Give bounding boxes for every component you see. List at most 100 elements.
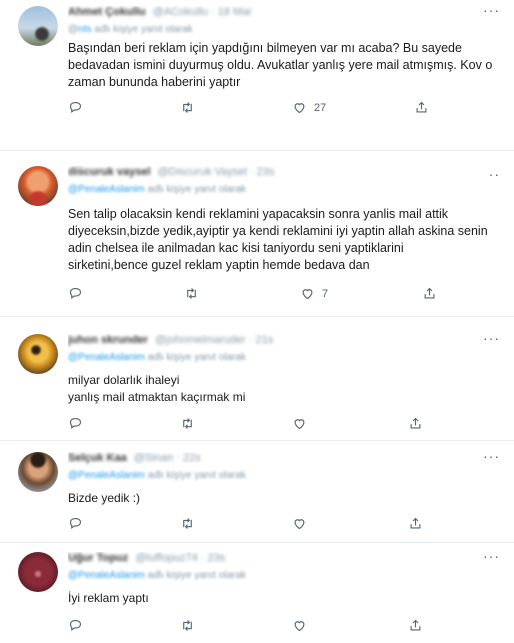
divider (0, 440, 514, 441)
avatar[interactable] (18, 552, 58, 592)
retweet-button[interactable] (180, 516, 195, 531)
reply-prefix: @ (68, 24, 79, 35)
reply-icon (69, 417, 82, 429)
more-options-icon[interactable]: ··· (483, 548, 500, 564)
like-button[interactable] (292, 416, 307, 431)
avatar[interactable] (18, 452, 58, 492)
tweet-header: juhon skrunder @johnmelmaruder · 21s (68, 334, 474, 350)
reply-button[interactable] (68, 516, 83, 531)
retweet-icon (187, 288, 196, 299)
share-icon (410, 517, 421, 529)
tweet-header: Ahmet Çokullu @ACokullu · 18 Mar (68, 6, 474, 22)
tweet-text-line: Bizde yedik :) (68, 491, 141, 505)
share-icon (410, 619, 421, 631)
like-count: 7 (322, 287, 329, 300)
heart-icon (294, 519, 305, 530)
divider (0, 316, 514, 317)
tweet-actions (68, 618, 448, 636)
like-button[interactable]: 7 (300, 286, 328, 301)
display-name[interactable]: Selçuk Kaa (68, 452, 127, 464)
user-handle[interactable]: @tuffopuz74 · 23s (135, 552, 225, 564)
share-button[interactable] (408, 516, 423, 531)
retweet-icon (183, 620, 192, 631)
reply-mention-link[interactable]: @PenaleAslanim (68, 352, 145, 363)
share-icon (424, 287, 435, 299)
user-handle[interactable]: @ACokullu · 18 Mar (153, 6, 252, 18)
reply-suffix: adlı kişiye yanıt olarak (144, 352, 247, 363)
reply-mention-link[interactable]: @PenaleAslanim (68, 184, 145, 195)
reply-button[interactable] (68, 286, 83, 301)
share-button[interactable] (414, 100, 429, 115)
reply-icon (69, 287, 82, 299)
reply-context: @PenaleAslanim adlı kişiye yanıt olarak (68, 352, 246, 363)
tweet[interactable]: dis̈curuk vaysel @Discuruk Vaysel · 23s … (0, 166, 514, 306)
tweet-text-line: Sen talip olacaksin kendi reklamini yapa… (68, 207, 449, 221)
reply-mention-link[interactable]: nts (78, 24, 91, 35)
heart-icon (294, 103, 305, 114)
tweet[interactable]: Selçuk Kaa @Sinan · 22s ··· @PenaleAslan… (0, 448, 514, 536)
share-button[interactable] (408, 618, 423, 633)
display-name[interactable]: juhon skrunder (68, 334, 148, 346)
reply-context: @nts adlı kişiye yanıt olarak (68, 24, 193, 35)
tweet-text: Bizde yedik :) (68, 490, 508, 507)
more-options-icon[interactable]: ··· (483, 330, 500, 346)
heart-icon (294, 419, 305, 430)
more-options-icon[interactable]: ··· (483, 2, 500, 18)
reply-button[interactable] (68, 618, 83, 633)
avatar[interactable] (18, 6, 58, 46)
tweet-text-line: sirketini,bence guzel reklam yaptin hemd… (68, 258, 370, 272)
like-button[interactable] (292, 516, 307, 531)
tweet-text-line: diyeceksin,bizde yedik,ayiptir ya kendi … (68, 224, 488, 238)
heart-icon (302, 289, 313, 300)
tweet-text: İyi reklam yaptı (68, 590, 508, 607)
display-name[interactable]: Ahmet Çokullu (68, 6, 146, 18)
share-button[interactable] (422, 286, 437, 301)
tweet[interactable]: Uğur Topuz @tuffopuz74 · 23s ··· @Penale… (0, 548, 514, 640)
like-button[interactable] (292, 618, 307, 633)
reply-suffix: adlı kişiye yanıt olarak (144, 470, 247, 481)
tweet-header: Selçuk Kaa @Sinan · 22s (68, 452, 474, 468)
retweet-icon (183, 418, 192, 429)
share-button[interactable] (408, 416, 423, 431)
user-handle[interactable]: @Discuruk Vaysel · 23s (158, 166, 275, 178)
tweet-text-line: adin chelsea ile anilmadan kac kisi tani… (68, 241, 404, 255)
tweet-text-line: yanlış mail atmaktan kaçırmak mi (68, 390, 246, 404)
tweet-text-line: İyi reklam yaptı (68, 591, 149, 605)
divider (0, 542, 514, 543)
retweet-button[interactable] (180, 100, 195, 115)
share-icon (410, 417, 421, 429)
display-name[interactable]: Uğur Topuz (68, 552, 128, 564)
tweet-text: milyar dolarlık ihaleyi yanlış mail atma… (68, 372, 508, 406)
retweet-button[interactable] (180, 416, 195, 431)
tweet-header: Uğur Topuz @tuffopuz74 · 23s (68, 552, 474, 568)
retweet-icon (183, 102, 192, 113)
reply-suffix: adlı kişiye yanıt olarak (91, 24, 193, 35)
more-options-icon[interactable]: ··· (483, 448, 500, 464)
retweet-button[interactable] (184, 286, 199, 301)
reply-icon (69, 101, 82, 113)
user-handle[interactable]: @Sinan · 22s (134, 452, 201, 464)
reply-mention-link[interactable]: @PenaleAslanim (68, 570, 145, 581)
heart-icon (294, 621, 305, 632)
reply-icon (69, 619, 82, 631)
like-count: 27 (314, 101, 327, 114)
reply-button[interactable] (68, 416, 83, 431)
reply-context: @PenaleAslanim adlı kişiye yanıt olarak (68, 184, 246, 195)
tweet-text-line: Başından beri reklam için yapdığını bilm… (68, 41, 462, 55)
retweet-icon (183, 518, 192, 529)
user-handle[interactable]: @johnmelmaruder · 21s (155, 334, 273, 346)
like-button[interactable]: 27 (292, 100, 326, 115)
more-options-icon[interactable]: ·· (489, 166, 500, 182)
reply-button[interactable] (68, 100, 83, 115)
tweet-actions (68, 516, 448, 534)
tweet-actions: 27 (68, 100, 448, 118)
tweet[interactable]: juhon skrunder @johnmelmaruder · 21s ···… (0, 330, 514, 434)
divider (0, 150, 514, 151)
tweet[interactable]: Ahmet Çokullu @ACokullu · 18 Mar ··· @nt… (0, 2, 514, 126)
avatar[interactable] (18, 334, 58, 374)
avatar[interactable] (18, 166, 58, 206)
reply-mention-link[interactable]: @PenaleAslanim (68, 470, 145, 481)
tweet-actions: 7 (68, 286, 448, 304)
display-name[interactable]: dis̈curuk vaysel (68, 166, 151, 178)
retweet-button[interactable] (180, 618, 195, 633)
